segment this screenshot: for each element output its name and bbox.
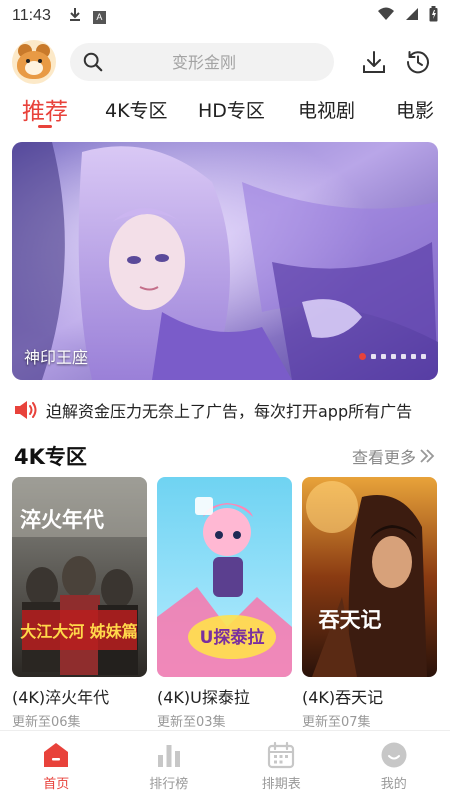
- pagination-dot[interactable]: [401, 354, 406, 359]
- nav-ranking[interactable]: 排行榜: [113, 731, 226, 800]
- search-input[interactable]: [104, 52, 304, 72]
- status-bar: 11:43 A: [0, 0, 450, 32]
- view-more-link[interactable]: 查看更多: [352, 444, 436, 468]
- nav-profile-label: 我的: [380, 777, 407, 792]
- battery-icon: [429, 6, 438, 26]
- calendar-icon: [268, 741, 295, 769]
- card-title: (4K)吞天记: [302, 688, 384, 707]
- card-episode-status: 更新至03集: [157, 715, 226, 730]
- pagination-dot[interactable]: [411, 354, 416, 359]
- nav-home[interactable]: 首页: [0, 731, 113, 800]
- media-card[interactable]: 淬火年代 大江大河 姊妹篇 (4K)淬火年代 更新至06集: [12, 477, 147, 730]
- notice-bar[interactable]: 迫解资金压力无奈上了广告，每次打开app所有广告: [12, 396, 438, 424]
- media-card[interactable]: 吞天记 (4K)吞天记 更新至07集: [302, 477, 437, 730]
- nav-schedule-label: 排期表: [261, 777, 301, 792]
- double-chevron-right-icon: [420, 449, 435, 463]
- section-header-4k: 4K专区 查看更多: [14, 440, 436, 472]
- search-icon: [83, 52, 103, 72]
- chart-icon: [157, 745, 180, 767]
- nav-schedule[interactable]: 排期表: [225, 731, 338, 800]
- category-tabs: 推荐 4K专区 HD专区 电视剧 电影: [0, 92, 450, 132]
- app-status-icon: A: [92, 9, 106, 24]
- card-poster-title: 吞天记: [319, 607, 382, 632]
- bottom-navigation: 首页 排行榜 排期表 我的: [0, 730, 450, 800]
- download-button[interactable]: [360, 48, 388, 76]
- media-card[interactable]: U探泰拉 (4K)U探泰拉 更新至03集: [157, 477, 292, 730]
- tab-recommend[interactable]: 推荐: [22, 92, 68, 126]
- history-button[interactable]: [404, 48, 432, 76]
- card-episode-status: 更新至07集: [302, 715, 371, 730]
- history-icon: [406, 51, 429, 74]
- card-title: (4K)淬火年代: [12, 688, 110, 707]
- download-status-icon: [69, 7, 81, 25]
- wifi-icon: [377, 7, 395, 25]
- speaker-icon: [15, 401, 37, 419]
- card-episode-status: 更新至06集: [12, 715, 81, 730]
- tab-tv-series[interactable]: 电视剧: [298, 96, 355, 123]
- card-poster: 淬火年代 大江大河 姊妹篇: [12, 477, 147, 677]
- app-logo[interactable]: [12, 40, 56, 84]
- nav-home-label: 首页: [43, 777, 70, 792]
- banner-pagination: [359, 353, 426, 360]
- search-bar[interactable]: [70, 43, 334, 81]
- pagination-dot[interactable]: [421, 354, 426, 359]
- card-poster-title: 淬火年代: [20, 507, 104, 532]
- card-poster: 吞天记: [302, 477, 437, 677]
- top-header: [0, 38, 450, 86]
- signal-icon: [405, 7, 419, 25]
- profile-icon: [381, 742, 407, 768]
- banner-caption: 神印王座: [24, 348, 89, 367]
- tab-4k[interactable]: 4K专区: [105, 96, 168, 123]
- pagination-dot[interactable]: [371, 354, 376, 359]
- tab-hd[interactable]: HD专区: [198, 96, 265, 123]
- notice-text: 迫解资金压力无奈上了广告，每次打开app所有广告: [46, 402, 413, 421]
- view-more-label: 查看更多: [351, 448, 416, 467]
- status-time: 11:43: [12, 7, 51, 24]
- pagination-dot[interactable]: [359, 353, 366, 360]
- card-poster-tagline: 大江大河 姊妹篇: [20, 622, 138, 641]
- section-title: 4K专区: [14, 445, 87, 469]
- nav-ranking-label: 排行榜: [149, 777, 189, 792]
- tab-active-indicator: [38, 125, 52, 128]
- tab-movies[interactable]: 电影: [396, 96, 434, 123]
- card-poster: U探泰拉: [157, 477, 292, 677]
- download-icon: [363, 51, 385, 73]
- nav-profile[interactable]: 我的: [338, 731, 450, 800]
- pagination-dot[interactable]: [391, 354, 396, 359]
- hero-banner[interactable]: 神印王座: [12, 142, 438, 380]
- card-title: (4K)U探泰拉: [157, 688, 250, 707]
- home-icon: [44, 743, 69, 767]
- pagination-dot[interactable]: [381, 354, 386, 359]
- card-poster-title: U探泰拉: [200, 627, 265, 648]
